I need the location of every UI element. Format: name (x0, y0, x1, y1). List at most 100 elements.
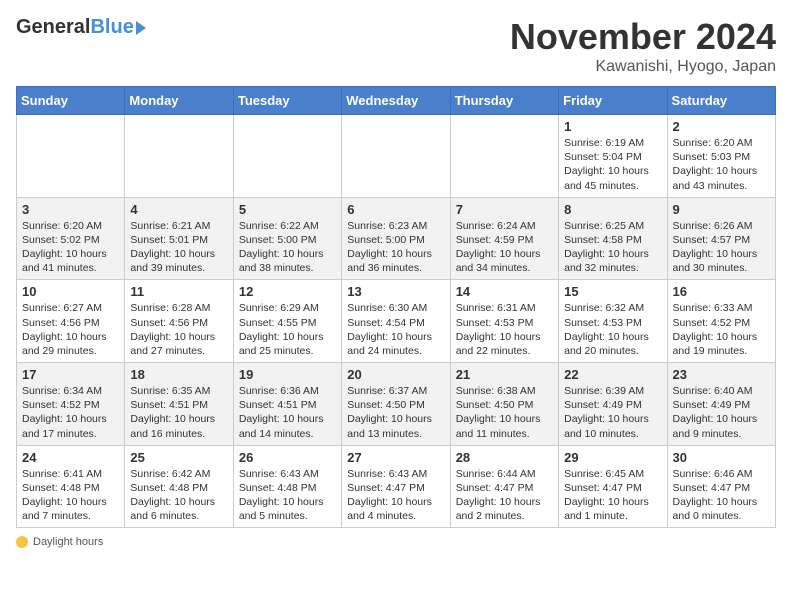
legend-daylight-dot (16, 536, 28, 548)
calendar-cell: 23 Sunrise: 6:40 AM Sunset: 4:49 PM Dayli… (667, 363, 775, 446)
day-number: 7 (456, 202, 553, 217)
calendar-cell: 6Sunrise: 6:23 AM Sunset: 5:00 PM Daylig… (342, 197, 450, 280)
calendar-cell: 1 Sunrise: 6:19 AM Sunset: 5:04 PM Daylig… (559, 115, 667, 198)
day-number: 30 (673, 450, 770, 465)
day-info: Sunrise: 6:23 AM Sunset: 5:00 PM Dayligh… (347, 219, 444, 276)
day-info: Sunrise: 6:22 AM Sunset: 5:00 PM Dayligh… (239, 219, 336, 276)
legend: Daylight hours (16, 536, 776, 548)
calendar-cell: 5 Sunrise: 6:22 AM Sunset: 5:00 PM Daylig… (233, 197, 341, 280)
day-number: 5 (239, 202, 336, 217)
day-info: Sunrise: 6:33 AM Sunset: 4:52 PM Dayligh… (673, 301, 770, 358)
day-info: Sunrise: 6:24 AM Sunset: 4:59 PM Dayligh… (456, 219, 553, 276)
calendar-cell: 14 Sunrise: 6:31 AM Sunset: 4:53 PM Dayli… (450, 280, 558, 363)
legend-daylight: Daylight hours (16, 536, 103, 548)
logo-general-text: General (16, 16, 90, 39)
calendar-cell: 18 Sunrise: 6:35 AM Sunset: 4:51 PM Dayli… (125, 363, 233, 446)
day-info: Sunrise: 6:39 AM Sunset: 4:49 PM Dayligh… (564, 384, 661, 441)
day-number: 21 (456, 367, 553, 382)
day-info: Sunrise: 6:37 AM Sunset: 4:50 PM Dayligh… (347, 384, 444, 441)
calendar-week-row: 10 Sunrise: 6:27 AM Sunset: 4:56 PM Dayli… (17, 280, 776, 363)
calendar-day-header: Thursday (450, 87, 558, 115)
day-number: 22 (564, 367, 661, 382)
day-info: Sunrise: 6:32 AM Sunset: 4:53 PM Dayligh… (564, 301, 661, 358)
day-number: 8 (564, 202, 661, 217)
day-info: Sunrise: 6:25 AM Sunset: 4:58 PM Dayligh… (564, 219, 661, 276)
day-number: 20 (347, 367, 444, 382)
calendar-day-header: Saturday (667, 87, 775, 115)
day-number: 18 (130, 367, 227, 382)
calendar-week-row: 17 Sunrise: 6:34 AM Sunset: 4:52 PM Dayli… (17, 363, 776, 446)
day-info: Sunrise: 6:43 AM Sunset: 4:47 PM Dayligh… (347, 467, 444, 524)
day-number: 14 (456, 284, 553, 299)
calendar-week-row: 1 Sunrise: 6:19 AM Sunset: 5:04 PM Daylig… (17, 115, 776, 198)
day-info: Sunrise: 6:21 AM Sunset: 5:01 PM Dayligh… (130, 219, 227, 276)
day-number: 17 (22, 367, 119, 382)
day-info: Sunrise: 6:36 AM Sunset: 4:51 PM Dayligh… (239, 384, 336, 441)
day-number: 12 (239, 284, 336, 299)
calendar-cell: 3Sunrise: 6:20 AM Sunset: 5:02 PM Daylig… (17, 197, 125, 280)
calendar-cell: 27 Sunrise: 6:43 AM Sunset: 4:47 PM Dayli… (342, 445, 450, 528)
day-info: Sunrise: 6:29 AM Sunset: 4:55 PM Dayligh… (239, 301, 336, 358)
calendar-table: SundayMondayTuesdayWednesdayThursdayFrid… (16, 86, 776, 528)
day-info: Sunrise: 6:35 AM Sunset: 4:51 PM Dayligh… (130, 384, 227, 441)
calendar-cell: 19 Sunrise: 6:36 AM Sunset: 4:51 PM Dayli… (233, 363, 341, 446)
calendar-cell: 26 Sunrise: 6:43 AM Sunset: 4:48 PM Dayli… (233, 445, 341, 528)
calendar-week-row: 3Sunrise: 6:20 AM Sunset: 5:02 PM Daylig… (17, 197, 776, 280)
calendar-cell: 8 Sunrise: 6:25 AM Sunset: 4:58 PM Daylig… (559, 197, 667, 280)
day-number: 26 (239, 450, 336, 465)
calendar-cell: 9 Sunrise: 6:26 AM Sunset: 4:57 PM Daylig… (667, 197, 775, 280)
day-number: 28 (456, 450, 553, 465)
day-number: 27 (347, 450, 444, 465)
day-number: 1 (564, 119, 661, 134)
day-info: Sunrise: 6:20 AM Sunset: 5:03 PM Dayligh… (673, 136, 770, 193)
day-number: 9 (673, 202, 770, 217)
page-header: General Blue November 2024 Kawanishi, Hy… (16, 16, 776, 76)
calendar-day-header: Monday (125, 87, 233, 115)
calendar-cell: 28Sunrise: 6:44 AM Sunset: 4:47 PM Dayli… (450, 445, 558, 528)
calendar-cell (233, 115, 341, 198)
calendar-cell: 12 Sunrise: 6:29 AM Sunset: 4:55 PM Dayli… (233, 280, 341, 363)
day-info: Sunrise: 6:45 AM Sunset: 4:47 PM Dayligh… (564, 467, 661, 524)
calendar-header-row: SundayMondayTuesdayWednesdayThursdayFrid… (17, 87, 776, 115)
day-number: 23 (673, 367, 770, 382)
day-number: 29 (564, 450, 661, 465)
logo-arrow-icon (136, 21, 146, 35)
day-number: 10 (22, 284, 119, 299)
calendar-cell: 21 Sunrise: 6:38 AM Sunset: 4:50 PM Dayli… (450, 363, 558, 446)
calendar-cell (342, 115, 450, 198)
day-number: 19 (239, 367, 336, 382)
day-info: Sunrise: 6:27 AM Sunset: 4:56 PM Dayligh… (22, 301, 119, 358)
logo-blue-text: Blue (90, 16, 133, 39)
legend-daylight-label: Daylight hours (33, 536, 103, 548)
day-number: 25 (130, 450, 227, 465)
day-info: Sunrise: 6:43 AM Sunset: 4:48 PM Dayligh… (239, 467, 336, 524)
day-info: Sunrise: 6:31 AM Sunset: 4:53 PM Dayligh… (456, 301, 553, 358)
calendar-cell: 13Sunrise: 6:30 AM Sunset: 4:54 PM Dayli… (342, 280, 450, 363)
month-title: November 2024 (510, 16, 776, 58)
calendar-day-header: Wednesday (342, 87, 450, 115)
calendar-cell: 25Sunrise: 6:42 AM Sunset: 4:48 PM Dayli… (125, 445, 233, 528)
logo: General Blue (16, 16, 146, 39)
calendar-day-header: Tuesday (233, 87, 341, 115)
calendar-day-header: Sunday (17, 87, 125, 115)
day-info: Sunrise: 6:46 AM Sunset: 4:47 PM Dayligh… (673, 467, 770, 524)
day-number: 15 (564, 284, 661, 299)
day-info: Sunrise: 6:40 AM Sunset: 4:49 PM Dayligh… (673, 384, 770, 441)
calendar-cell (17, 115, 125, 198)
day-info: Sunrise: 6:34 AM Sunset: 4:52 PM Dayligh… (22, 384, 119, 441)
calendar-week-row: 24Sunrise: 6:41 AM Sunset: 4:48 PM Dayli… (17, 445, 776, 528)
day-info: Sunrise: 6:38 AM Sunset: 4:50 PM Dayligh… (456, 384, 553, 441)
calendar-cell: 2 Sunrise: 6:20 AM Sunset: 5:03 PM Daylig… (667, 115, 775, 198)
day-info: Sunrise: 6:26 AM Sunset: 4:57 PM Dayligh… (673, 219, 770, 276)
calendar-cell: 20 Sunrise: 6:37 AM Sunset: 4:50 PM Dayli… (342, 363, 450, 446)
day-info: Sunrise: 6:20 AM Sunset: 5:02 PM Dayligh… (22, 219, 119, 276)
calendar-cell: 11Sunrise: 6:28 AM Sunset: 4:56 PM Dayli… (125, 280, 233, 363)
day-info: Sunrise: 6:28 AM Sunset: 4:56 PM Dayligh… (130, 301, 227, 358)
day-number: 2 (673, 119, 770, 134)
calendar-day-header: Friday (559, 87, 667, 115)
day-info: Sunrise: 6:19 AM Sunset: 5:04 PM Dayligh… (564, 136, 661, 193)
day-number: 4 (130, 202, 227, 217)
calendar-body: 1 Sunrise: 6:19 AM Sunset: 5:04 PM Daylig… (17, 115, 776, 528)
location-text: Kawanishi, Hyogo, Japan (510, 58, 776, 76)
calendar-cell: 29 Sunrise: 6:45 AM Sunset: 4:47 PM Dayli… (559, 445, 667, 528)
